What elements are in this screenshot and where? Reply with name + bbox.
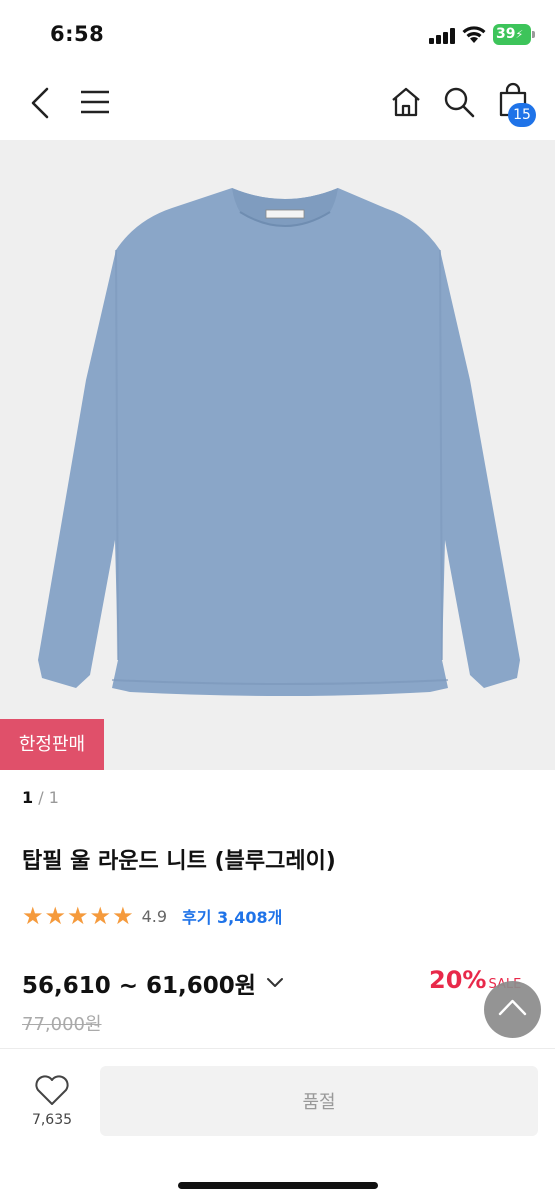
search-icon[interactable] — [443, 86, 475, 118]
product-image[interactable] — [0, 140, 555, 770]
status-time: 6:58 — [50, 22, 105, 46]
cellular-signal-icon — [429, 28, 455, 44]
status-bar: 6:58 39⚡ — [0, 0, 555, 64]
home-icon[interactable] — [390, 86, 422, 118]
home-indicator — [178, 1182, 378, 1189]
image-pager: 1 / 1 — [22, 788, 59, 807]
rating-value: 4.9 — [141, 906, 168, 926]
original-price: 77,000원 — [22, 1014, 102, 1035]
wishlist-button[interactable]: 7,635 — [20, 1070, 84, 1134]
sweater-image — [38, 188, 520, 696]
back-icon[interactable] — [28, 86, 52, 120]
price-range-text: 56,610 ~ 61,600원 — [22, 973, 256, 999]
wifi-icon — [462, 26, 486, 43]
star-icon: ★ — [67, 902, 89, 930]
wishlist-count: 7,635 — [31, 1112, 73, 1128]
menu-icon[interactable] — [80, 90, 110, 114]
scroll-to-top-button[interactable] — [484, 981, 541, 1038]
charging-bolt-icon: ⚡ — [515, 28, 524, 41]
limited-sale-badge: 한정판매 — [0, 719, 104, 770]
heart-icon — [35, 1075, 69, 1105]
battery-indicator: 39⚡ — [493, 24, 531, 45]
star-icon: ★ — [22, 902, 44, 930]
review-count-link[interactable]: 후기 3,408개 — [182, 904, 282, 928]
pager-current: 1 — [22, 788, 34, 807]
app-header — [0, 64, 555, 140]
price-range[interactable]: 56,610 ~ 61,600원 — [22, 966, 284, 1000]
star-icon: ★ — [44, 902, 67, 930]
chevron-down-icon[interactable] — [266, 977, 284, 989]
discount-percent: 20% — [429, 966, 487, 994]
battery-tip — [532, 31, 535, 38]
cart-count-badge: 15 — [508, 103, 536, 127]
soldout-button[interactable]: 품절 — [100, 1066, 538, 1136]
pager-separator: / — [33, 788, 49, 807]
rating-stars: ★ ★ ★ ★ ★ — [22, 904, 134, 928]
star-icon: ★ — [112, 902, 134, 930]
chevron-up-icon — [498, 999, 527, 1016]
product-title: 탑필 울 라운드 니트 (블루그레이) — [22, 849, 336, 874]
battery-level: 39 — [496, 26, 516, 42]
rating-row: ★ ★ ★ ★ ★ 4.9 후기 3,408개 — [22, 902, 282, 930]
star-icon: ★ — [89, 902, 112, 930]
bottom-bar-divider — [0, 1048, 555, 1049]
pager-total: 1 — [48, 788, 59, 807]
